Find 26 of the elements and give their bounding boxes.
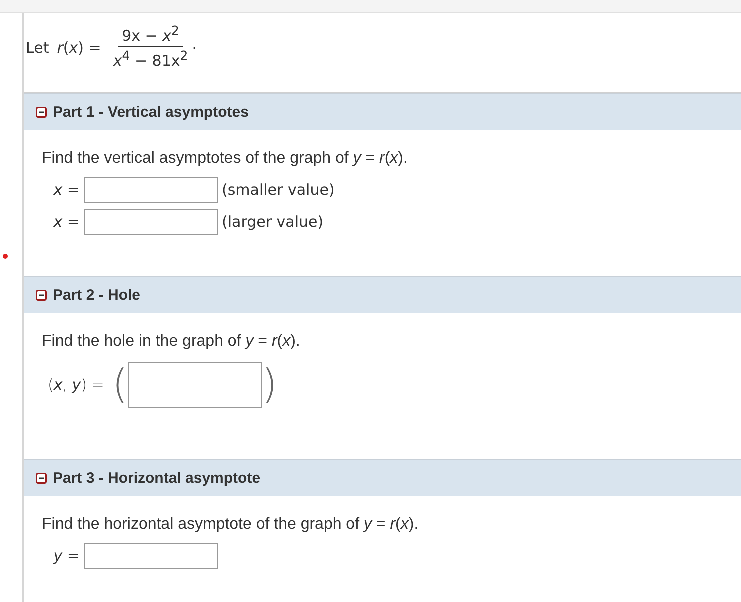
section-header[interactable]: Part 2 - Hole bbox=[24, 276, 741, 313]
input-field[interactable] bbox=[84, 209, 218, 235]
collapse-icon[interactable] bbox=[36, 106, 47, 118]
answer-hint: (smaller value) bbox=[222, 181, 335, 199]
function-label: r(x) = bbox=[57, 39, 102, 57]
fraction: 9x − x$^{2}$ x$^{4}$ − 81x$^{2}$ bbox=[112, 23, 190, 70]
answer-label: y = bbox=[52, 547, 81, 565]
answer-label: x = bbox=[52, 181, 81, 199]
marker-dot bbox=[3, 254, 8, 259]
input-field[interactable] bbox=[84, 177, 218, 203]
question-text: Find the vertical asymptotes of the graph of y = r(x). bbox=[42, 150, 409, 168]
input-field[interactable] bbox=[128, 362, 262, 408]
answer-hint: (larger value) bbox=[222, 213, 324, 231]
question-text: Find the horizontal asymptote of the graph of y = r(x). bbox=[42, 516, 420, 534]
input-field[interactable] bbox=[84, 543, 218, 569]
intro-text: Let bbox=[26, 39, 50, 57]
period: . bbox=[192, 35, 197, 53]
section-header[interactable]: Part 3 - Horizontal asymptote bbox=[24, 459, 741, 496]
close-parenthesis: ) bbox=[262, 365, 278, 405]
section-header[interactable]: Part 1 - Vertical asymptotes bbox=[24, 93, 741, 130]
answer-label: (x, y) = bbox=[47, 378, 106, 392]
collapse-icon[interactable] bbox=[36, 290, 47, 300]
answer-label: x = bbox=[52, 213, 81, 231]
collapse-icon[interactable] bbox=[36, 472, 47, 484]
question-text: Find the hole in the graph of y = r(x). bbox=[42, 333, 302, 351]
open-parenthesis: ( bbox=[112, 365, 128, 405]
